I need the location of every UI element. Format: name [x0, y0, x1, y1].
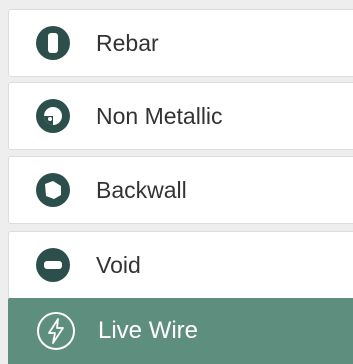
non-metallic-icon — [36, 99, 70, 133]
rebar-icon — [36, 26, 70, 60]
item-label: Backwall — [96, 176, 187, 203]
list-item-live-wire[interactable]: Live Wire — [8, 298, 353, 364]
item-label: Non Metallic — [96, 102, 223, 129]
target-type-list: Rebar Non Metallic Backwall Void Live Wi… — [0, 0, 353, 364]
list-item-rebar[interactable]: Rebar — [8, 9, 353, 77]
list-item-backwall[interactable]: Backwall — [8, 156, 353, 224]
void-icon — [36, 248, 70, 282]
item-label: Rebar — [96, 29, 159, 56]
list-item-non-metallic[interactable]: Non Metallic — [8, 82, 353, 150]
lightning-icon — [37, 312, 75, 350]
list-item-void[interactable]: Void — [8, 231, 353, 299]
item-label: Void — [96, 251, 141, 278]
backwall-icon — [36, 173, 70, 207]
item-label: Live Wire — [98, 317, 199, 344]
